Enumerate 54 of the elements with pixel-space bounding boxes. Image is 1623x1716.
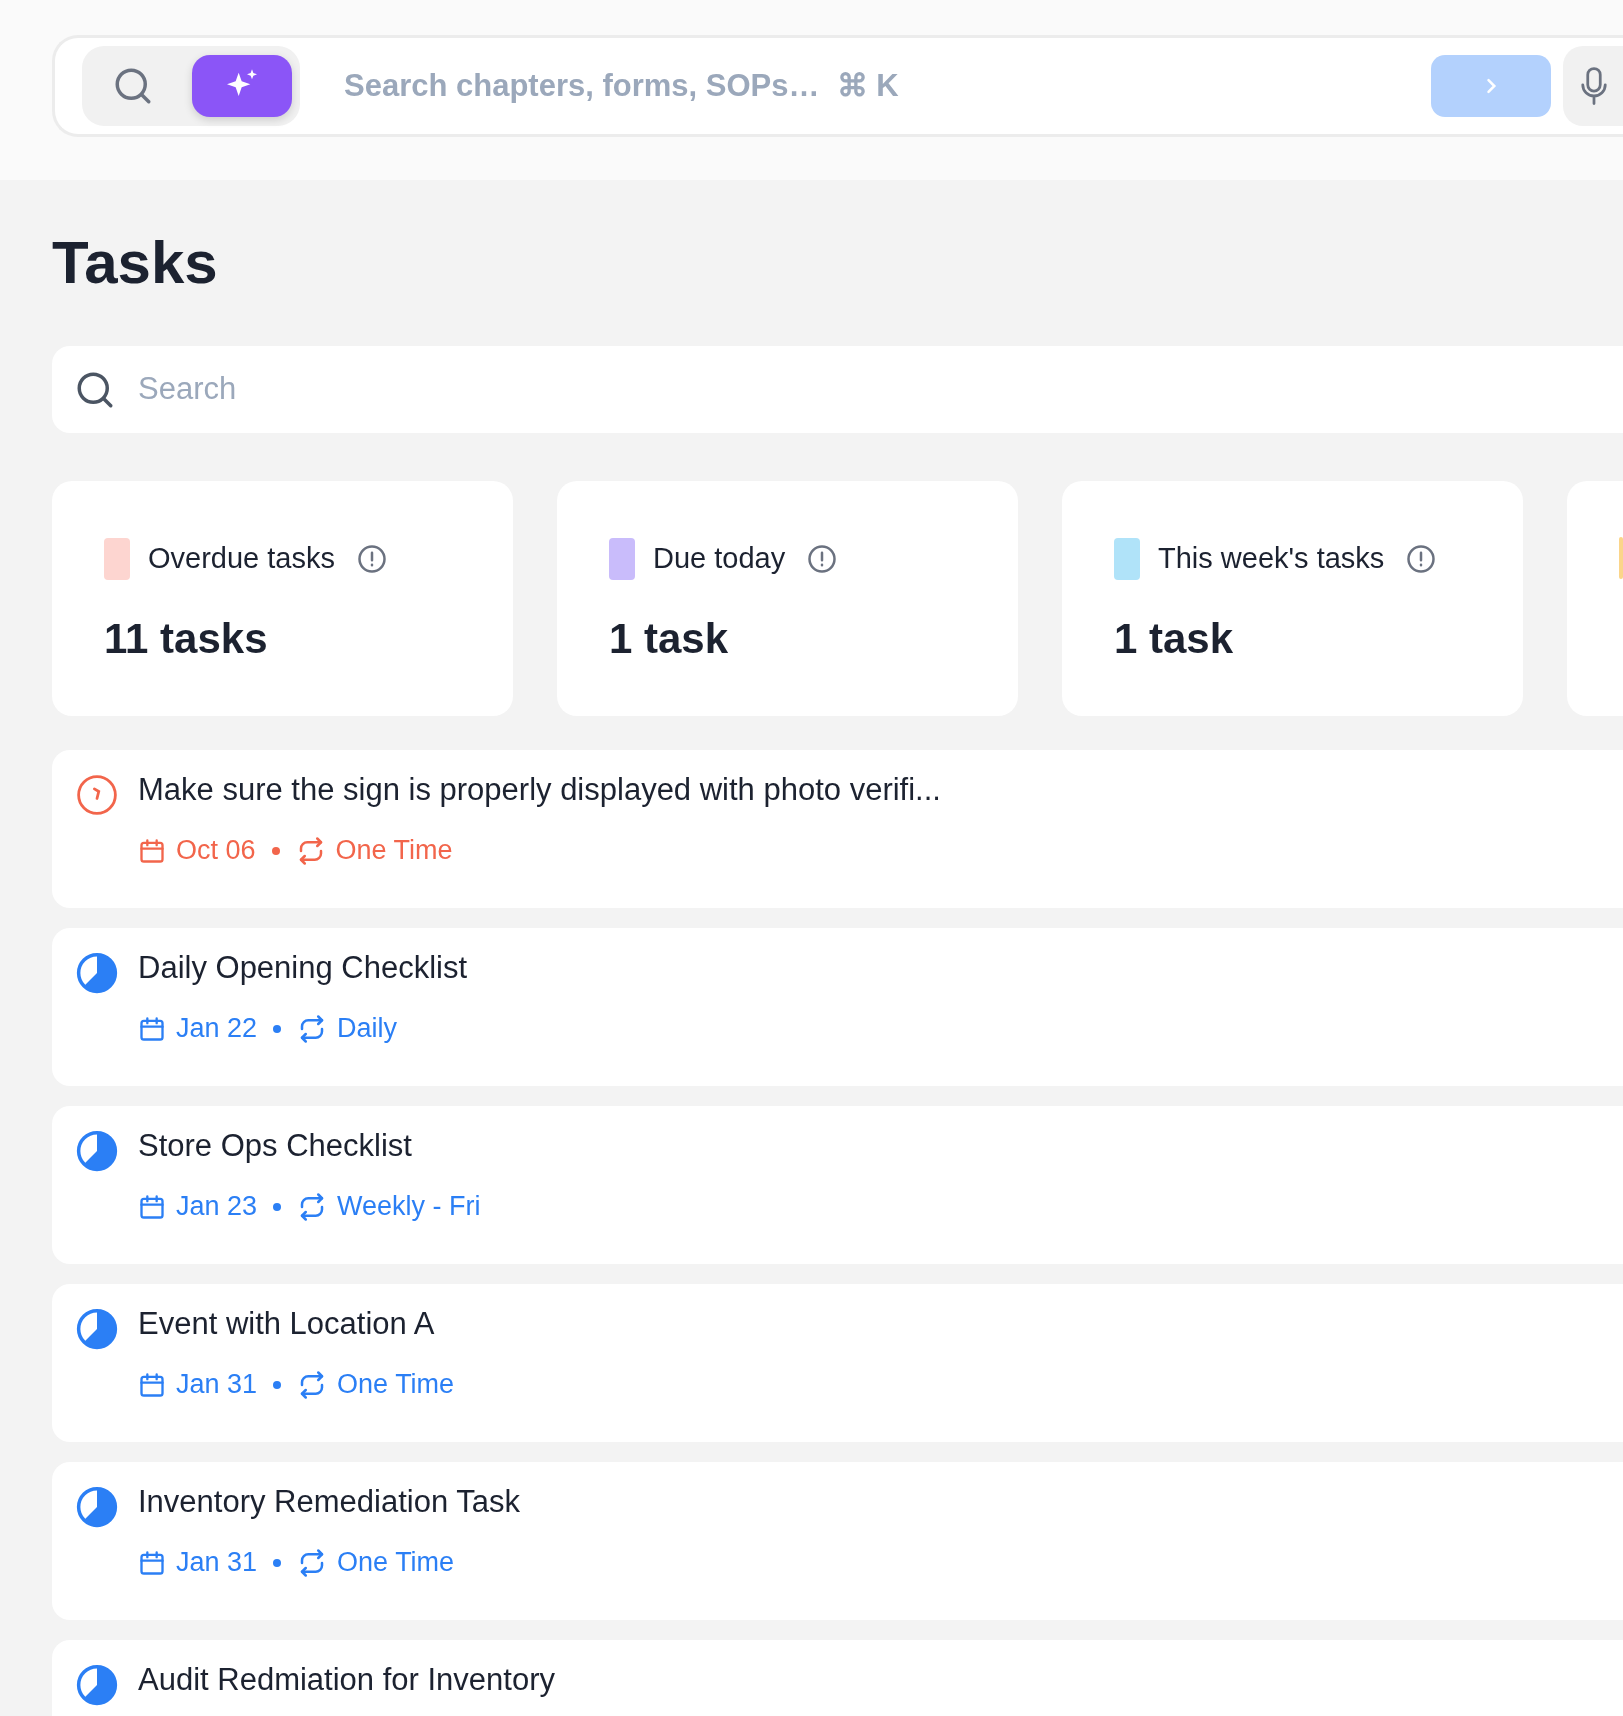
separator-dot — [271, 846, 280, 855]
pie-chart-icon — [76, 1664, 118, 1706]
due-date: Jan 23 — [176, 1190, 258, 1224]
card-label: This week's tasks — [1158, 541, 1385, 576]
recurrence: One Time — [337, 1368, 455, 1402]
task-row[interactable]: Inventory Remediation Task Jan 31 One Time — [52, 1462, 1623, 1620]
separator-dot — [273, 1024, 282, 1033]
sparkle-button[interactable] — [192, 55, 292, 117]
info-icon[interactable] — [807, 543, 838, 574]
task-row[interactable]: Event with Location A Jan 31 One Time — [52, 1284, 1623, 1442]
task-title: Store Ops Checklist — [138, 1127, 413, 1165]
microphone-button[interactable] — [1563, 46, 1623, 126]
task-title: Event with Location A — [138, 1305, 436, 1343]
search-bar[interactable]: Search chapters, forms, SOPs… ⌘ K — [52, 35, 1623, 137]
card-label: Overdue tasks — [148, 541, 335, 576]
pie-chart-icon — [76, 1486, 118, 1528]
pie-chart-icon — [76, 1308, 118, 1350]
separator-dot — [273, 1380, 282, 1389]
recurrence: One Time — [335, 834, 453, 868]
separator-dot — [273, 1558, 282, 1567]
calendar-icon — [138, 836, 166, 865]
info-icon[interactable] — [357, 543, 387, 574]
pie-chart-icon — [76, 1130, 118, 1172]
task-title: Daily Opening Checklist — [138, 949, 468, 987]
task-title: Inventory Remediation Task — [138, 1483, 520, 1521]
pie-chart-icon — [76, 952, 118, 994]
due-date: Jan 31 — [176, 1368, 258, 1402]
separator-dot — [273, 1202, 282, 1211]
calendar-icon — [138, 1192, 166, 1221]
recurrence: One Time — [337, 1546, 455, 1580]
card-label: Due today — [653, 541, 786, 576]
calendar-icon — [138, 1370, 166, 1399]
task-title: Audit Redmiation for Inventory — [138, 1661, 555, 1699]
task-row[interactable]: Audit Redmiation for Inventory — [52, 1640, 1623, 1716]
calendar-icon — [138, 1014, 166, 1043]
search-field[interactable]: Search chapters, forms, SOPs… ⌘ K — [342, 61, 1431, 111]
due-date: Jan 31 — [176, 1546, 258, 1580]
task-row[interactable]: Store Ops Checklist Jan 23 Weekly - Fri — [52, 1106, 1623, 1264]
card-value: 1 task — [609, 613, 730, 664]
card-value: 11 tasks — [104, 613, 269, 664]
recurrence: Weekly - Fri — [337, 1190, 481, 1224]
recurrence: Daily — [337, 1012, 398, 1046]
search-field[interactable]: Search — [52, 346, 1623, 433]
task-title: Make sure the sign is properly displayed with photo verifi... — [138, 771, 941, 809]
card-value: 1 task — [1114, 613, 1235, 664]
clock-icon — [76, 774, 118, 816]
task-row[interactable]: Make sure the sign is properly displayed with photo verifi... Oct 06 One Time — [52, 750, 1623, 908]
task-row[interactable]: Daily Opening Checklist Jan 22 Daily — [52, 928, 1623, 1086]
microphone-icon — [1579, 64, 1609, 108]
calendar-icon — [138, 1548, 166, 1577]
info-icon[interactable] — [1406, 543, 1437, 574]
due-date: Oct 06 — [176, 834, 256, 868]
due-date: Jan 22 — [176, 1012, 258, 1046]
page-title: Tasks — [52, 230, 219, 296]
